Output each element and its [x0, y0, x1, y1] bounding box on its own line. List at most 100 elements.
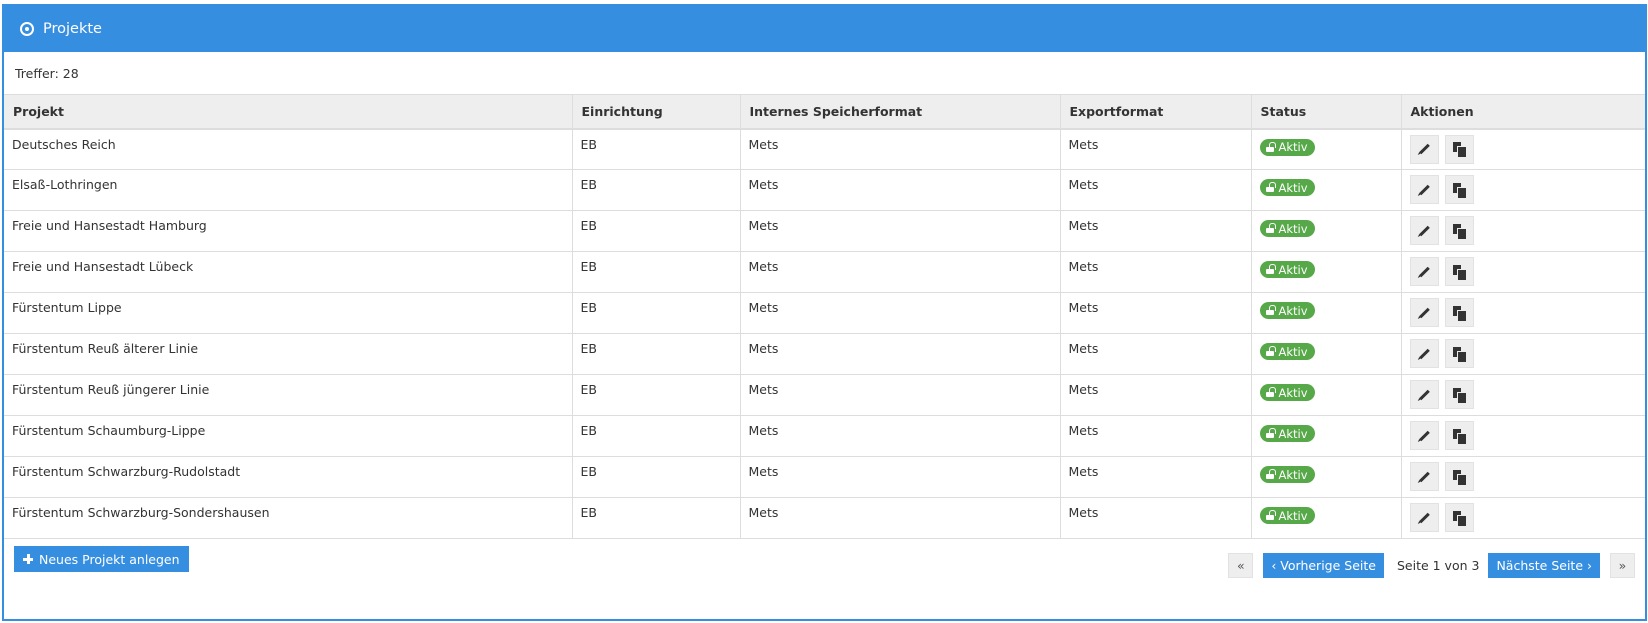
edit-button[interactable] [1409, 175, 1439, 204]
cell-status: Aktiv [1251, 456, 1402, 498]
column-header-status[interactable]: Status [1251, 94, 1402, 129]
unlock-icon [1265, 387, 1276, 397]
pencil-icon [1418, 225, 1430, 236]
status-badge: Aktiv [1259, 343, 1315, 360]
cell-exportformat: Mets [1060, 251, 1252, 293]
cell-speicherformat: Mets [740, 169, 1061, 211]
cell-actions [1401, 375, 1645, 416]
cell-einrichtung: EB [572, 456, 741, 498]
status-label: Aktiv [1278, 385, 1308, 400]
status-label: Aktiv [1278, 303, 1308, 318]
cell-status: Aktiv [1251, 169, 1402, 211]
panel-header: Projekte [4, 6, 1645, 52]
copy-button[interactable] [1445, 421, 1475, 450]
column-header-aktionen: Aktionen [1410, 103, 1474, 119]
cell-einrichtung: EB [572, 292, 741, 334]
copy-button[interactable] [1445, 503, 1475, 532]
copy-button[interactable] [1445, 380, 1475, 409]
table-header-row: Projekt Einrichtung Internes Speicherfor… [4, 94, 1645, 129]
status-badge: Aktiv [1259, 466, 1315, 483]
cell-einrichtung: EB [572, 374, 741, 416]
unlock-icon [1265, 469, 1276, 479]
table-row: Fürstentum Lippe EB Mets Mets Aktiv [4, 292, 1645, 334]
pencil-icon [1418, 266, 1430, 277]
cell-projekt: Fürstentum Schaumburg-Lippe [4, 415, 573, 457]
pencil-icon [1418, 512, 1430, 523]
cell-exportformat: Mets [1060, 456, 1252, 498]
plus-icon [23, 554, 33, 564]
cell-actions [1401, 170, 1645, 211]
copy-button[interactable] [1445, 134, 1475, 164]
status-label: Aktiv [1278, 262, 1308, 277]
edit-button[interactable] [1409, 503, 1439, 532]
pencil-icon [1418, 430, 1430, 441]
last-page-button[interactable]: » [1610, 552, 1635, 578]
status-badge: Aktiv [1259, 261, 1315, 278]
panel-footer: Neues Projekt anlegen « ‹ Vorherige Seit… [4, 546, 1645, 586]
cell-speicherformat: Mets [740, 456, 1061, 498]
edit-button[interactable] [1409, 298, 1439, 327]
cell-status: Aktiv [1251, 333, 1402, 375]
cell-einrichtung: EB [572, 415, 741, 457]
cell-status: Aktiv [1251, 374, 1402, 416]
table-row: Fürstentum Reuß älterer Linie EB Mets Me… [4, 333, 1645, 375]
edit-button[interactable] [1409, 216, 1439, 245]
cell-projekt: Deutsches Reich [4, 128, 573, 170]
new-project-button[interactable]: Neues Projekt anlegen [14, 546, 189, 572]
cell-actions [1401, 129, 1645, 170]
cell-exportformat: Mets [1060, 292, 1252, 334]
copy-button[interactable] [1445, 298, 1475, 327]
unlock-icon [1265, 141, 1276, 152]
pencil-icon [1418, 307, 1430, 318]
cell-actions [1401, 416, 1645, 457]
column-header-projekt[interactable]: Projekt [4, 94, 573, 129]
unlock-icon [1265, 223, 1276, 233]
unlock-icon [1265, 182, 1276, 192]
cell-projekt: Fürstentum Reuß jüngerer Linie [4, 374, 573, 416]
column-header-exportformat[interactable]: Exportformat [1060, 94, 1252, 129]
status-label: Aktiv [1278, 344, 1308, 359]
page-info: Seite 1 von 3 [1396, 557, 1480, 573]
cell-speicherformat: Mets [740, 374, 1061, 416]
status-label: Aktiv [1278, 426, 1308, 441]
unlock-icon [1265, 346, 1276, 356]
cell-speicherformat: Mets [740, 333, 1061, 375]
copy-button[interactable] [1445, 257, 1475, 286]
status-badge: Aktiv [1259, 179, 1315, 196]
next-page-button[interactable]: Nächste Seite › [1488, 552, 1600, 578]
column-header-speicherformat[interactable]: Internes Speicherformat [740, 94, 1061, 129]
copy-button[interactable] [1445, 339, 1475, 368]
edit-button[interactable] [1409, 339, 1439, 368]
cell-speicherformat: Mets [740, 128, 1061, 170]
copy-icon [1453, 387, 1467, 403]
cell-speicherformat: Mets [740, 415, 1061, 457]
cell-exportformat: Mets [1060, 128, 1252, 170]
table-row: Fürstentum Reuß jüngerer Linie EB Mets M… [4, 374, 1645, 416]
table-row: Elsaß-Lothringen EB Mets Mets Aktiv [4, 169, 1645, 211]
table-row: Freie und Hansestadt Hamburg EB Mets Met… [4, 210, 1645, 252]
table-row: Freie und Hansestadt Lübeck EB Mets Mets… [4, 251, 1645, 293]
pencil-icon [1418, 143, 1430, 155]
edit-button[interactable] [1409, 421, 1439, 450]
cell-exportformat: Mets [1060, 210, 1252, 252]
edit-button[interactable] [1409, 257, 1439, 286]
projects-table: Projekt Einrichtung Internes Speicherfor… [4, 94, 1645, 539]
previous-page-button[interactable]: ‹ Vorherige Seite [1263, 552, 1384, 578]
status-label: Aktiv [1278, 180, 1308, 195]
cell-actions [1401, 252, 1645, 293]
status-badge: Aktiv [1259, 384, 1315, 401]
edit-button[interactable] [1409, 134, 1439, 164]
hit-count: Treffer: 28 [15, 65, 79, 81]
status-badge: Aktiv [1259, 220, 1315, 237]
first-page-button[interactable]: « [1228, 552, 1254, 578]
cell-speicherformat: Mets [740, 210, 1061, 252]
edit-button[interactable] [1409, 462, 1439, 491]
cell-einrichtung: EB [572, 251, 741, 293]
copy-button[interactable] [1445, 216, 1475, 245]
cell-speicherformat: Mets [740, 292, 1061, 334]
edit-button[interactable] [1409, 380, 1439, 409]
copy-button[interactable] [1445, 462, 1475, 491]
copy-icon [1453, 182, 1467, 198]
column-header-einrichtung[interactable]: Einrichtung [572, 94, 741, 129]
copy-button[interactable] [1445, 175, 1475, 204]
